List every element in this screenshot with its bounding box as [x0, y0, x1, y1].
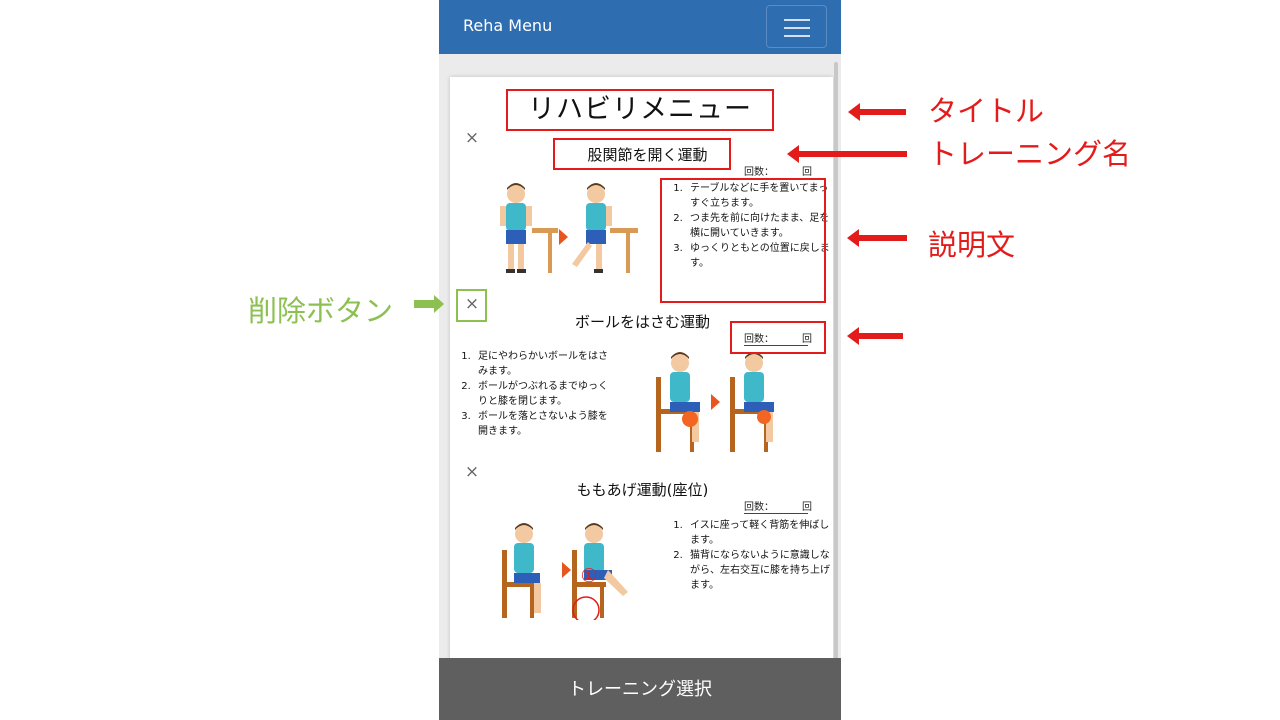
- exercise-2-steps: 足にやわらかいボールをはさみます。 ボールがつぶれるまでゆっくりと膝を閉じます。…: [448, 349, 608, 439]
- seated-figure-icon: [502, 523, 541, 618]
- count-pointer-arrow-icon: [847, 327, 903, 345]
- count-unit: 回: [802, 502, 812, 513]
- step-item: ボールを落とさないよう膝を開きます。: [474, 409, 608, 439]
- standing-figure-icon: [500, 183, 532, 273]
- hamburger-line: [784, 19, 810, 21]
- step-arrow-icon: [562, 562, 571, 578]
- exercise-3-name: ももあげ運動(座位): [576, 481, 709, 499]
- step-item: ボールがつぶれるまでゆっくりと膝を閉じます。: [474, 379, 608, 409]
- delete-exercise-1-button[interactable]: ×: [463, 129, 481, 147]
- description-annotation: 説明文: [928, 228, 1016, 262]
- delete-pointer-arrow-icon: [414, 295, 444, 313]
- training-name-highlight-box: [553, 138, 731, 170]
- screenshot-stage: Reha Menu リハビリメニュー × 股関節を開く運動 回数：回 1. テー…: [0, 0, 1280, 720]
- navbar-brand[interactable]: Reha Menu: [463, 16, 552, 35]
- count-unit: 回: [802, 167, 812, 178]
- title-pointer-arrow-icon: [848, 103, 906, 121]
- hamburger-line: [784, 27, 810, 29]
- description-pointer-arrow-icon: [847, 229, 907, 247]
- seated-squeeze-figure-icon: [730, 352, 774, 452]
- step-arrow-icon: [559, 229, 568, 245]
- delete-button-highlight-box: [456, 289, 487, 322]
- step-marker: ①: [580, 565, 598, 587]
- delete-button-annotation: 削除ボタン: [248, 294, 394, 328]
- exercise-3-count[interactable]: 回数： 回: [744, 498, 812, 514]
- scrollbar[interactable]: [834, 62, 838, 702]
- step-arrow-icon: [711, 394, 720, 410]
- title-annotation: タイトル: [928, 94, 1045, 128]
- step-item: 足にやわらかいボールをはさみます。: [474, 349, 608, 379]
- exercise-2-illustration: [656, 352, 774, 452]
- delete-exercise-3-button[interactable]: ×: [463, 463, 481, 481]
- count-label: 回数：: [744, 502, 774, 513]
- training-name-pointer-arrow-icon: [787, 145, 907, 163]
- navbar: Reha Menu: [439, 0, 841, 54]
- count-label: 回数：: [744, 167, 774, 178]
- exercise-2-name: ボールをはさむ運動: [574, 313, 710, 331]
- training-name-annotation: トレーニング名: [928, 137, 1132, 171]
- description-highlight-box: [660, 178, 826, 303]
- count-highlight-box: [730, 321, 826, 354]
- exercise-1-illustration: [500, 183, 638, 273]
- training-select-button[interactable]: トレーニング選択: [439, 658, 841, 720]
- leg-out-figure-icon: [572, 183, 612, 273]
- exercise-1-count[interactable]: 回数： 回: [744, 163, 812, 179]
- title-highlight-box: [506, 89, 774, 131]
- exercise-3-steps: イスに座って軽く背筋を伸ばします。 猫背にならないように意識しながら、左右交互に…: [660, 518, 830, 593]
- step-item: イスに座って軽く背筋を伸ばします。: [686, 518, 830, 548]
- step-item: 猫背にならないように意識しながら、左右交互に膝を持ち上げます。: [686, 548, 830, 593]
- hamburger-line: [784, 35, 810, 37]
- seated-ball-figure-icon: [656, 352, 700, 452]
- hamburger-icon[interactable]: [766, 5, 827, 48]
